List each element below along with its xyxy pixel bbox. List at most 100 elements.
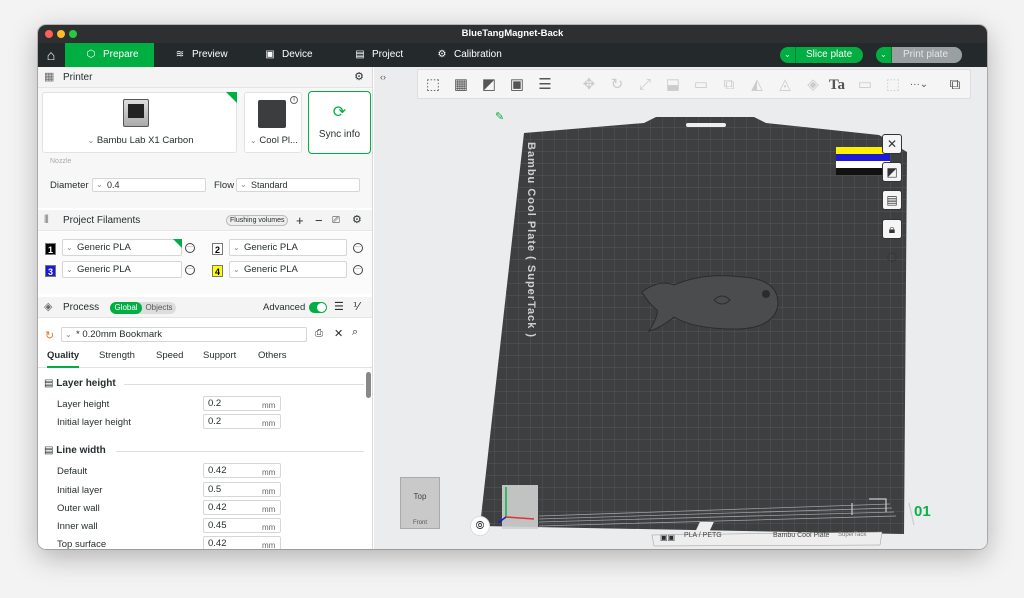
print-plate-button[interactable]: ⌄ Print plate — [876, 47, 962, 63]
unit-label: mm — [262, 505, 276, 514]
fish-magnet-model[interactable] — [641, 275, 779, 332]
line-width-icon: ▤ — [44, 445, 54, 456]
chevron-down-icon: ⌄ — [233, 265, 240, 274]
filament-sync-icon[interactable]: ⎚ — [332, 210, 340, 231]
sync-icon: ⟳ — [332, 104, 347, 121]
filaments-section-header: ⦀ Project Filaments Flushing volumes + −… — [38, 210, 372, 231]
plate-settings-icon[interactable]: ⬡ — [882, 248, 902, 268]
search-icon[interactable]: ⌕ — [352, 326, 358, 339]
diameter-select[interactable]: ⌄ 0.4 — [92, 178, 206, 192]
plate-footer-name: Bambu Cool Plate — [773, 532, 830, 539]
minimize-window-button[interactable] — [57, 30, 65, 38]
close-icon[interactable]: ✕ — [334, 327, 343, 340]
tab-support[interactable]: Support — [203, 350, 236, 361]
info-icon[interactable]: i — [290, 96, 298, 104]
tab-project[interactable]: ▤ Project — [354, 43, 403, 67]
layer-height-group-title: ▤ Layer height — [44, 378, 116, 389]
settings-gear-icon[interactable]: ⚙ — [354, 67, 364, 88]
global-objects-toggle[interactable]: Global Objects — [110, 302, 176, 314]
home-icon[interactable]: ⌂ — [38, 43, 64, 67]
more-options-icon[interactable]: ··· — [185, 243, 195, 253]
compare-icon[interactable]: ⅟ — [353, 297, 359, 318]
3d-viewport[interactable]: ‹› ⬚ ▦ ◩ ▣ ☰ ✥ ↻ ⤢ ⬓ ▭ ⧉ ◭ ◬ ◈ Ta ▭ ⬚ ··… — [374, 67, 987, 549]
plate-footer-sub: SuperTack — [838, 532, 867, 538]
plate-type-card[interactable]: i ⌄ Cool Pl... — [244, 92, 302, 153]
chevron-down-icon: ⌄ — [240, 180, 247, 189]
advanced-label: Advanced — [263, 302, 306, 313]
objects-toggle-option[interactable]: Objects — [143, 302, 175, 314]
layers-icon: ≋ — [175, 49, 185, 60]
filament-select[interactable]: ⌄ Generic PLA — [229, 239, 347, 256]
advanced-toggle[interactable] — [309, 302, 327, 313]
filament-select[interactable]: ⌄ Generic PLA — [229, 261, 347, 278]
tab-preview[interactable]: ≋ Preview — [172, 43, 228, 67]
auto-orient-plate-button[interactable]: ◩ — [882, 162, 902, 182]
global-toggle-option[interactable]: Global — [110, 302, 142, 314]
chevron-down-icon: ⌄ — [66, 265, 73, 274]
process-section-header: ◈ Process Global Objects Advanced ☰ ⅟ — [38, 297, 372, 318]
process-preset-select[interactable]: ⌄ * 0.20mm Bookmark — [61, 327, 307, 342]
process-tabs: Quality Strength Speed Support Others — [38, 350, 372, 368]
chevron-down-icon[interactable]: ⌄ — [876, 47, 892, 63]
filament-list: 1 ⌄ Generic PLA ··· 2 ⌄ Generic PLA ··· 3 … — [38, 232, 372, 294]
close-plate-button[interactable]: ✕ — [882, 134, 902, 154]
zoom-fit-icon[interactable]: ⦾ — [470, 516, 490, 536]
printer-thumbnail — [123, 99, 149, 127]
divider — [116, 451, 364, 452]
remove-filament-button[interactable]: − — [315, 210, 323, 231]
tab-others[interactable]: Others — [258, 350, 287, 361]
chevron-down-icon: ⌄ — [250, 136, 257, 145]
cube-icon: ⬡ — [86, 49, 96, 60]
chevron-down-icon: ⌄ — [65, 330, 72, 339]
chevron-down-icon: ⌄ — [66, 243, 73, 252]
chevron-down-icon: ⌄ — [87, 136, 95, 145]
window-title: BlueTangMagnet-Back — [461, 28, 564, 39]
plate-number[interactable]: 01 — [914, 503, 931, 520]
process-settings-list: ▤ Layer height Layer height 0.2 mm Initi… — [38, 372, 368, 549]
printer-area: ⌄ Bambu Lab X1 Carbon i ⌄ Cool Pl... ⟳ S… — [38, 88, 372, 208]
filament-select[interactable]: ⌄ Generic PLA — [62, 261, 182, 278]
printer-model-name: Bambu Lab X1 Carbon — [96, 135, 194, 146]
more-options-icon[interactable]: ··· — [353, 243, 363, 253]
filament-number-badge: 4 — [212, 265, 223, 277]
list-icon[interactable]: ☰ — [334, 297, 344, 318]
reset-icon[interactable]: ↻ — [45, 329, 54, 342]
more-options-icon[interactable]: ··· — [185, 265, 195, 275]
tab-calibration[interactable]: ⚙ Calibration — [436, 43, 502, 67]
filament-number-badge: 2 — [212, 243, 223, 255]
unit-label: mm — [262, 523, 276, 532]
flow-label: Flow — [214, 180, 235, 191]
unit-label: mm — [262, 487, 276, 496]
tab-strength[interactable]: Strength — [99, 350, 135, 361]
printer-section-header: ▦ Printer ⚙ — [38, 67, 372, 88]
setting-label: Default — [57, 466, 88, 477]
zoom-window-button[interactable] — [69, 30, 77, 38]
tab-device[interactable]: ▣ Device — [264, 43, 312, 67]
layer-height-icon: ▤ — [44, 378, 54, 389]
add-filament-button[interactable]: + — [296, 210, 304, 231]
more-options-icon[interactable]: ··· — [353, 265, 363, 275]
app-window: BlueTangMagnet-Back ⌂ ⬡ Prepare ≋ Preview … — [38, 25, 987, 549]
flow-select[interactable]: ⌄ Standard — [236, 178, 360, 192]
printer-model-card[interactable]: ⌄ Bambu Lab X1 Carbon — [42, 92, 237, 153]
diameter-label: Diameter — [50, 180, 89, 191]
save-icon[interactable]: ⎙ — [315, 328, 323, 339]
flushing-volumes-button[interactable]: Flushing volumes — [226, 215, 289, 226]
slice-plate-button[interactable]: ⌄ Slice plate — [780, 47, 863, 63]
chevron-down-icon: ⌄ — [233, 243, 240, 252]
setting-label: Layer height — [57, 399, 110, 410]
tab-speed[interactable]: Speed — [156, 350, 183, 361]
chevron-down-icon[interactable]: ⌄ — [780, 47, 796, 63]
scrollbar[interactable] — [366, 372, 371, 398]
arrange-plate-button[interactable]: ▤ — [882, 190, 902, 210]
filament-select[interactable]: ⌄ Generic PLA — [62, 239, 182, 256]
calibration-icon: ⚙ — [437, 49, 447, 60]
tab-prepare[interactable]: ⬡ Prepare — [65, 43, 154, 67]
sync-info-button[interactable]: ⟳ Sync info — [308, 91, 371, 154]
lock-plate-icon[interactable]: 🔒︎ — [882, 219, 902, 239]
setting-label: Initial layer height — [57, 417, 131, 428]
view-cube[interactable]: Top Front — [400, 477, 440, 529]
tab-quality[interactable]: Quality — [47, 350, 80, 368]
close-window-button[interactable] — [45, 30, 53, 38]
filament-settings-icon[interactable]: ⚙ — [352, 210, 362, 231]
